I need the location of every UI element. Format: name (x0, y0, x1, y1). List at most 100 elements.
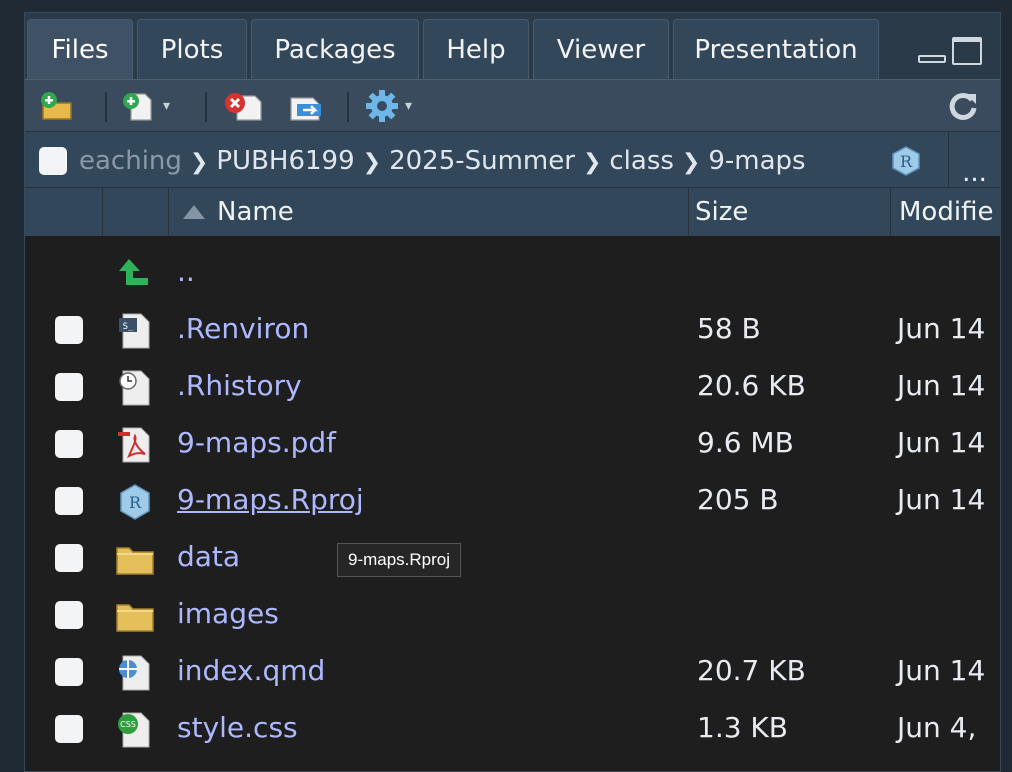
file-modified: Jun 4, (897, 711, 977, 744)
tab-label: Presentation (694, 34, 858, 65)
sort-ascending-icon (183, 205, 205, 219)
new-folder-icon (41, 92, 72, 120)
row-checkbox[interactable] (55, 658, 83, 686)
file-modified: Jun 14 (897, 312, 986, 345)
svg-text:S_: S_ (123, 322, 134, 332)
new-file-button[interactable]: ▾ (121, 90, 170, 122)
svg-text:R: R (129, 493, 142, 512)
list-item: CSS style.css 1.3 KB Jun 4, (25, 701, 1000, 758)
row-checkbox[interactable] (55, 316, 83, 344)
chevron-down-icon[interactable]: ▾ (405, 98, 412, 114)
header-checkbox-column (25, 188, 103, 236)
r-project-icon: R (892, 146, 920, 176)
minimize-icon[interactable] (918, 37, 946, 65)
refresh-button[interactable] (947, 90, 979, 122)
folder-link[interactable]: data (177, 540, 240, 573)
parent-directory-link[interactable]: .. (177, 255, 195, 288)
new-file-icon (123, 93, 152, 121)
files-pane: Files Plots Packages Help Viewer Present… (24, 12, 1001, 772)
breadcrumb-item[interactable]: 9-maps (708, 146, 805, 176)
header-size[interactable]: Size (689, 188, 891, 236)
maximize-icon[interactable] (952, 37, 982, 65)
tab-label: Files (51, 34, 109, 65)
go-to-project-button[interactable]: R (891, 146, 921, 180)
file-link[interactable]: 9-maps.Rproj (177, 483, 364, 516)
up-arrow-icon (115, 255, 155, 293)
delete-button[interactable] (221, 90, 265, 122)
css-file-icon: CSS (115, 711, 155, 749)
row-checkbox[interactable] (55, 487, 83, 515)
more-path-button[interactable]: ... (948, 132, 1000, 188)
file-link[interactable]: style.css (177, 711, 298, 744)
row-checkbox[interactable] (55, 544, 83, 572)
tab-packages[interactable]: Packages (251, 19, 419, 79)
list-item: S_ .Renviron 58 B Jun 14 (25, 302, 1000, 359)
tab-files[interactable]: Files (27, 19, 133, 79)
chevron-right-icon: ❯ (362, 150, 382, 175)
files-toolbar: ▾ ▾ (25, 79, 1000, 132)
file-link[interactable]: 9-maps.pdf (177, 426, 336, 459)
file-size: 1.3 KB (697, 711, 788, 744)
chevron-right-icon: ❯ (189, 150, 209, 175)
row-checkbox[interactable] (55, 430, 83, 458)
file-modified: Jun 14 (897, 369, 986, 402)
svg-text:R: R (900, 152, 913, 171)
list-item: R 9-maps.Rproj 205 B Jun 14 (25, 473, 1000, 530)
history-file-icon (115, 369, 155, 407)
file-size: 205 B (697, 483, 779, 516)
file-size: 9.6 MB (697, 426, 794, 459)
breadcrumb-item[interactable]: eaching (79, 146, 182, 176)
tooltip: 9-maps.Rproj (337, 543, 462, 577)
quarto-file-icon (115, 654, 155, 692)
toolbar-separator (105, 92, 107, 122)
rename-button[interactable] (287, 90, 327, 122)
header-name[interactable]: Name (169, 188, 689, 236)
refresh-icon (949, 92, 977, 120)
header-icon-column (103, 188, 169, 236)
tab-help[interactable]: Help (423, 19, 529, 79)
folder-link[interactable]: images (177, 597, 279, 630)
file-size: 20.6 KB (697, 369, 806, 402)
list-item: .Rhistory 20.6 KB Jun 14 (25, 359, 1000, 416)
row-checkbox[interactable] (55, 601, 83, 629)
svg-text:CSS: CSS (120, 720, 136, 729)
chevron-right-icon: ❯ (681, 150, 701, 175)
file-size: 58 B (697, 312, 761, 345)
file-link[interactable]: index.qmd (177, 654, 325, 687)
select-all-checkbox[interactable] (39, 147, 67, 175)
header-name-label: Name (217, 197, 294, 227)
folder-icon (115, 597, 155, 635)
tab-bar: Files Plots Packages Help Viewer Present… (25, 13, 1000, 79)
rename-icon (290, 97, 321, 121)
row-checkbox[interactable] (55, 715, 83, 743)
file-link[interactable]: .Rhistory (177, 369, 302, 402)
file-link[interactable]: .Renviron (177, 312, 309, 345)
gear-icon (366, 90, 398, 122)
toolbar-separator (347, 92, 349, 122)
tab-label: Plots (160, 34, 224, 65)
rproj-file-icon: R (115, 483, 155, 521)
tab-presentation[interactable]: Presentation (673, 19, 879, 79)
header-modified[interactable]: Modifie (891, 188, 1000, 236)
tab-viewer[interactable]: Viewer (533, 19, 669, 79)
tab-label: Packages (274, 34, 396, 65)
breadcrumb-item[interactable]: class (609, 146, 674, 176)
row-checkbox[interactable] (55, 373, 83, 401)
new-folder-button[interactable] (39, 90, 75, 122)
tab-label: Help (446, 34, 506, 65)
breadcrumb-item[interactable]: 2025-Summer (389, 146, 575, 176)
list-item-parent[interactable]: .. (25, 245, 1000, 302)
list-item: images (25, 587, 1000, 644)
column-header: Name Size Modifie (25, 187, 1000, 236)
folder-icon (115, 540, 155, 578)
list-item: 9-maps.pdf 9.6 MB Jun 14 (25, 416, 1000, 473)
tab-plots[interactable]: Plots (137, 19, 247, 79)
shell-file-icon: S_ (115, 312, 155, 350)
tab-label: Viewer (556, 34, 646, 65)
chevron-down-icon[interactable]: ▾ (163, 98, 170, 114)
file-modified: Jun 14 (897, 654, 986, 687)
more-button[interactable]: ▾ (365, 90, 412, 122)
window-controls (918, 37, 982, 65)
file-size: 20.7 KB (697, 654, 806, 687)
breadcrumb-item[interactable]: PUBH6199 (216, 146, 354, 176)
